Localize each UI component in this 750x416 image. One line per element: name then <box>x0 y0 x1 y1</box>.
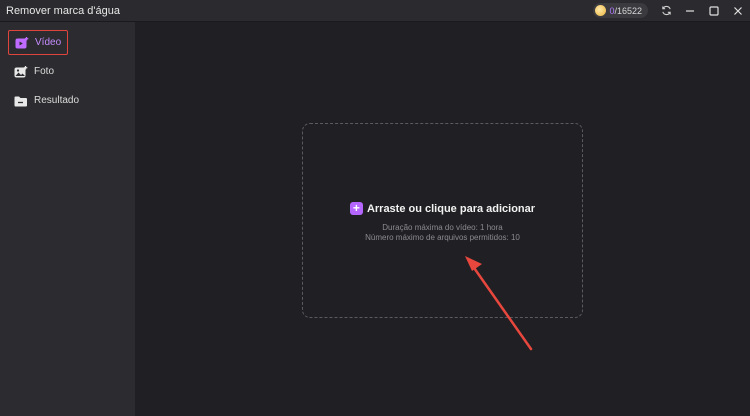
sidebar: Vídeo Foto Resultado <box>0 22 135 416</box>
dropzone-title-text: Arraste ou clique para adicionar <box>366 202 536 215</box>
sidebar-item-video[interactable]: Vídeo <box>8 30 68 55</box>
coin-icon <box>595 5 607 16</box>
max-files-text: Número máximo de arquivos permitidos: 10 <box>365 233 520 242</box>
sidebar-item-resultado[interactable]: Resultado <box>8 88 98 113</box>
close-button[interactable] <box>726 0 750 22</box>
refresh-icon <box>661 5 671 16</box>
upload-dropzone[interactable]: + Arraste ou clique para adicionar Duraç… <box>302 123 583 318</box>
minimize-icon <box>686 9 694 12</box>
sidebar-item-label: Resultado <box>34 95 80 106</box>
dropzone-title[interactable]: + Arraste ou clique para adicionar <box>303 202 582 215</box>
minimize-button[interactable] <box>678 0 702 22</box>
sidebar-item-foto[interactable]: Foto <box>8 59 68 84</box>
main-area: + Arraste ou clique para adicionar Duraç… <box>135 22 750 416</box>
sidebar-item-label: Foto <box>34 66 55 77</box>
plus-icon: + <box>349 202 363 215</box>
title-bar: Remover marca d'água 0/16522 <box>0 0 750 22</box>
title-bar-controls: 0/16522 <box>593 0 750 22</box>
photo-add-icon <box>14 65 28 78</box>
video-add-icon <box>15 36 29 49</box>
refresh-button[interactable] <box>654 0 678 22</box>
credits-total: /16522 <box>614 5 642 16</box>
folder-icon <box>14 95 28 107</box>
credits-text: 0/16522 <box>609 6 642 16</box>
sidebar-item-label: Vídeo <box>35 37 62 48</box>
credits-badge[interactable]: 0/16522 <box>593 3 648 18</box>
close-icon <box>734 6 742 15</box>
window-title: Remover marca d'água <box>6 4 120 17</box>
maximize-icon <box>709 5 719 16</box>
maximize-button[interactable] <box>702 0 726 22</box>
max-duration-text: Duração máxima do vídeo: 1 hora <box>382 223 503 232</box>
